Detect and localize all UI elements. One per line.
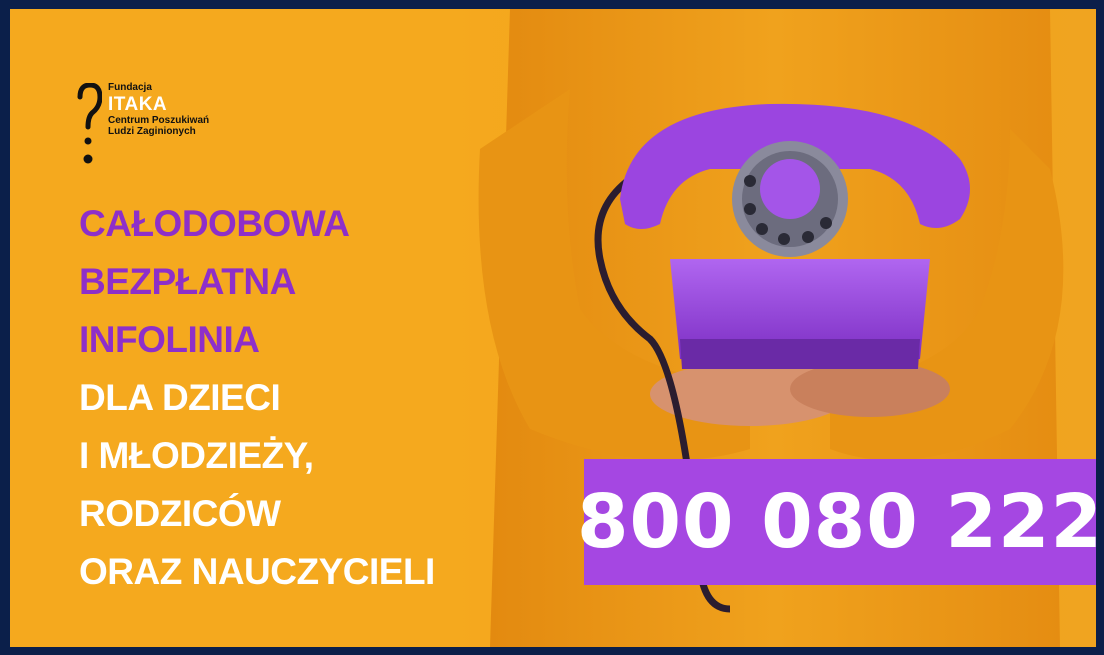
- phone-number-box: 800 080 222: [577, 459, 1096, 585]
- headline-line: INFOLINIA: [79, 319, 260, 360]
- phone-number: 800 080 222: [577, 479, 1096, 565]
- headline-line: BEZPŁATNA: [79, 261, 296, 302]
- logo-name: ITAKA: [108, 93, 168, 115]
- itaka-logo: Fundacja ITAKA Centrum Poszukiwań Ludzi …: [76, 82, 209, 169]
- logo-line-ludzi: Ludzi Zaginionych: [108, 125, 196, 137]
- subheadline-line: ORAZ NAUCZYCIELI: [79, 551, 435, 592]
- subheadline-line: I MŁODZIEŻY,: [79, 435, 314, 476]
- subheadline-line: RODZICÓW: [79, 493, 281, 534]
- headline-line: CAŁODOBOWA: [79, 203, 350, 244]
- itaka-logo-icon: [77, 83, 102, 164]
- banner: Fundacja ITAKA Centrum Poszukiwań Ludzi …: [10, 9, 1096, 647]
- logo-line-fundacja: Fundacja: [108, 82, 152, 93]
- subheadline-line: DLA DZIECI: [79, 377, 281, 418]
- headline: CAŁODOBOWA BEZPŁATNA INFOLINIA DLA DZIEC…: [79, 195, 435, 601]
